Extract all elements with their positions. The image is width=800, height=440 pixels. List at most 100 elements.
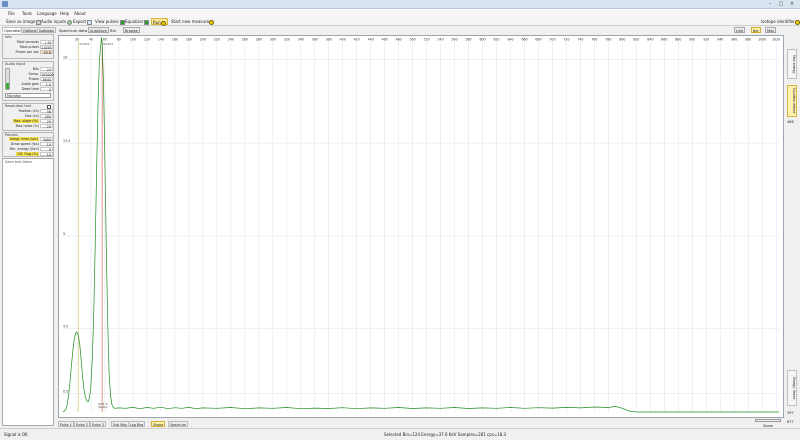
tab-label: Log Bkg bbox=[130, 423, 144, 427]
equalizer-icon bbox=[144, 19, 150, 25]
max-energy-button[interactable]: Max energy bbox=[787, 49, 797, 79]
minimize-icon[interactable]: – bbox=[766, 1, 774, 7]
x-tick-label: 640 bbox=[507, 38, 513, 42]
title-bar: – □ × bbox=[0, 0, 800, 9]
energy-bottom-value: 397 bbox=[787, 411, 794, 415]
zoom-slider[interactable] bbox=[755, 419, 781, 422]
pulses-input[interactable]: 8640 bbox=[40, 77, 53, 82]
x-tick-label: 740 bbox=[577, 38, 583, 42]
tab-isotopes[interactable]: Isotopes bbox=[37, 27, 56, 33]
tab-pulse-1[interactable]: Pulse 1 bbox=[58, 421, 74, 427]
audio-device-select[interactable]: Microfon bbox=[5, 93, 51, 98]
spectrum-plot[interactable]: 20 40 60 80 100 120 140 160 180 200 220 240 260 280 30… bbox=[59, 36, 783, 417]
menu-language[interactable]: Language bbox=[37, 11, 57, 16]
audio-row: Samp. 192000 bbox=[5, 72, 54, 77]
audio-label: Audio Input bbox=[5, 62, 26, 66]
row-key: Pulses bbox=[28, 77, 39, 81]
menu-file[interactable]: File bbox=[8, 11, 15, 16]
x-tick-label: 820 bbox=[633, 38, 639, 42]
tab-spectrum[interactable]: Spectrum bbox=[168, 421, 188, 427]
spectrum-chart[interactable]: 20 40 60 80 100 120 140 160 180 200 220 240 260 280 30… bbox=[58, 35, 784, 418]
equation-detect-button[interactable]: Equation detect bbox=[787, 85, 797, 117]
dead-time-input[interactable]: 0 bbox=[40, 87, 53, 92]
max-button[interactable]: Max bbox=[765, 27, 777, 33]
tab-pulse-2[interactable]: Pulse 2 bbox=[74, 421, 90, 427]
params-row: Min. energy (KeV) 0 bbox=[5, 147, 53, 152]
min-energy-input[interactable]: 0 bbox=[40, 147, 53, 152]
off-flag-input[interactable]: 15 bbox=[40, 152, 53, 157]
x-tick-label: 60 bbox=[103, 38, 107, 42]
row-key: Dead time bbox=[21, 87, 39, 91]
x-tick-label: 320 bbox=[284, 38, 290, 42]
max-slope-input[interactable]: 25 bbox=[40, 119, 53, 124]
x-tick-label: 120 bbox=[144, 38, 150, 42]
close-icon[interactable]: × bbox=[788, 1, 796, 7]
equalizer-button[interactable]: Equalizer bbox=[124, 18, 150, 25]
run-button[interactable]: Run bbox=[151, 18, 168, 26]
x-tick-label: 200 bbox=[200, 38, 206, 42]
row-key: Min. energy (KeV) bbox=[9, 147, 39, 151]
line-button[interactable]: Line bbox=[734, 27, 746, 33]
export-button[interactable]: Export bbox=[72, 18, 93, 25]
level-meter bbox=[5, 68, 10, 90]
tab-label: Spectrum bbox=[170, 423, 186, 427]
energy-linear-button[interactable]: Energy: linear bbox=[787, 370, 797, 406]
x-tick-label: 1000 bbox=[758, 38, 766, 42]
spectrum-header: Spectrum data AutoSave Bin Browse Line B… bbox=[57, 26, 785, 34]
x-tick-label: 540 bbox=[438, 38, 444, 42]
maximize-icon[interactable]: □ bbox=[777, 1, 785, 7]
tab-options[interactable]: Options bbox=[21, 27, 39, 33]
toolbar: Save as image Audio inputs Export View p… bbox=[0, 17, 800, 26]
y-tick-label: 19 bbox=[63, 56, 67, 60]
radiation-icon bbox=[794, 19, 800, 25]
notes-placeholder: Save test items bbox=[5, 160, 33, 164]
x-tick-label: 680 bbox=[535, 38, 541, 42]
row-value: (-9) bbox=[40, 40, 53, 45]
info-row: Pulses per sec 45.0 bbox=[5, 50, 53, 55]
menu-tools[interactable]: Tools bbox=[22, 11, 32, 16]
max-noise-input[interactable]: 20 bbox=[40, 124, 53, 129]
x-tick-label: 300 bbox=[270, 38, 276, 42]
start-new-measure-button[interactable]: Start new measure bbox=[170, 18, 215, 25]
x-tick-label: 860 bbox=[661, 38, 667, 42]
isotope-identifier-button[interactable]: Isotope identifier bbox=[760, 18, 800, 25]
params-row: Off. Flag (%) 15 bbox=[5, 152, 53, 157]
menu-help[interactable]: Help bbox=[60, 11, 69, 16]
x-tick-label: 560 bbox=[452, 38, 458, 42]
row-key: Total pulses bbox=[19, 45, 39, 49]
x-tick-label: 440 bbox=[368, 38, 374, 42]
bar-button[interactable]: Bar bbox=[751, 27, 761, 33]
zoom-value: 877 bbox=[787, 420, 794, 424]
tab-label: Pulse 2 bbox=[76, 423, 88, 427]
row-key: Position (ch) bbox=[18, 109, 39, 113]
notes-textarea[interactable]: Save test items bbox=[2, 158, 54, 426]
save-image-button[interactable]: Save as image bbox=[5, 18, 42, 25]
x-tick-label: 760 bbox=[591, 38, 597, 42]
size-input[interactable]: 200 bbox=[40, 114, 53, 119]
tab-pulse-3[interactable]: Pulse 3 bbox=[90, 421, 106, 427]
view-pulses-button[interactable]: View pulses bbox=[94, 18, 126, 25]
audio-inputs-button[interactable]: Audio inputs bbox=[40, 18, 73, 25]
app-icon bbox=[2, 1, 8, 7]
audio-inputs-label: Audio inputs bbox=[41, 19, 67, 24]
autosave-button[interactable]: AutoSave bbox=[88, 27, 109, 33]
tab-label: Shape bbox=[153, 423, 164, 427]
x-tick-label: 500 bbox=[410, 38, 416, 42]
browse-button[interactable]: Browse bbox=[123, 27, 140, 33]
row-key: Bits bbox=[32, 67, 39, 71]
draw-speed-input[interactable]: 10 bbox=[40, 142, 53, 147]
menu-about[interactable]: About bbox=[74, 11, 86, 16]
tab-log-bkg[interactable]: Log Bkg bbox=[128, 421, 146, 427]
audio-gain-input[interactable]: 1.0 bbox=[40, 82, 53, 87]
samplerate-input[interactable]: 192000 bbox=[40, 72, 54, 77]
tab-sub-bkg[interactable]: Sub Bkg bbox=[111, 421, 129, 427]
x-tick-label: 20 bbox=[75, 38, 79, 42]
x-tick-label: 580 bbox=[466, 38, 472, 42]
tab-shape[interactable]: Shape bbox=[151, 421, 166, 427]
integration-time-input[interactable]: 3000 bbox=[40, 137, 53, 142]
resolution-panel: Resolution test Position (ch) 56 Size (ch… bbox=[2, 103, 54, 131]
export-icon bbox=[87, 19, 93, 25]
bits-input[interactable]: 24 bbox=[40, 67, 53, 72]
position-input[interactable]: 56 bbox=[40, 109, 53, 114]
right-panel: Max energy Equation detect 466 Energy: l… bbox=[785, 35, 800, 428]
